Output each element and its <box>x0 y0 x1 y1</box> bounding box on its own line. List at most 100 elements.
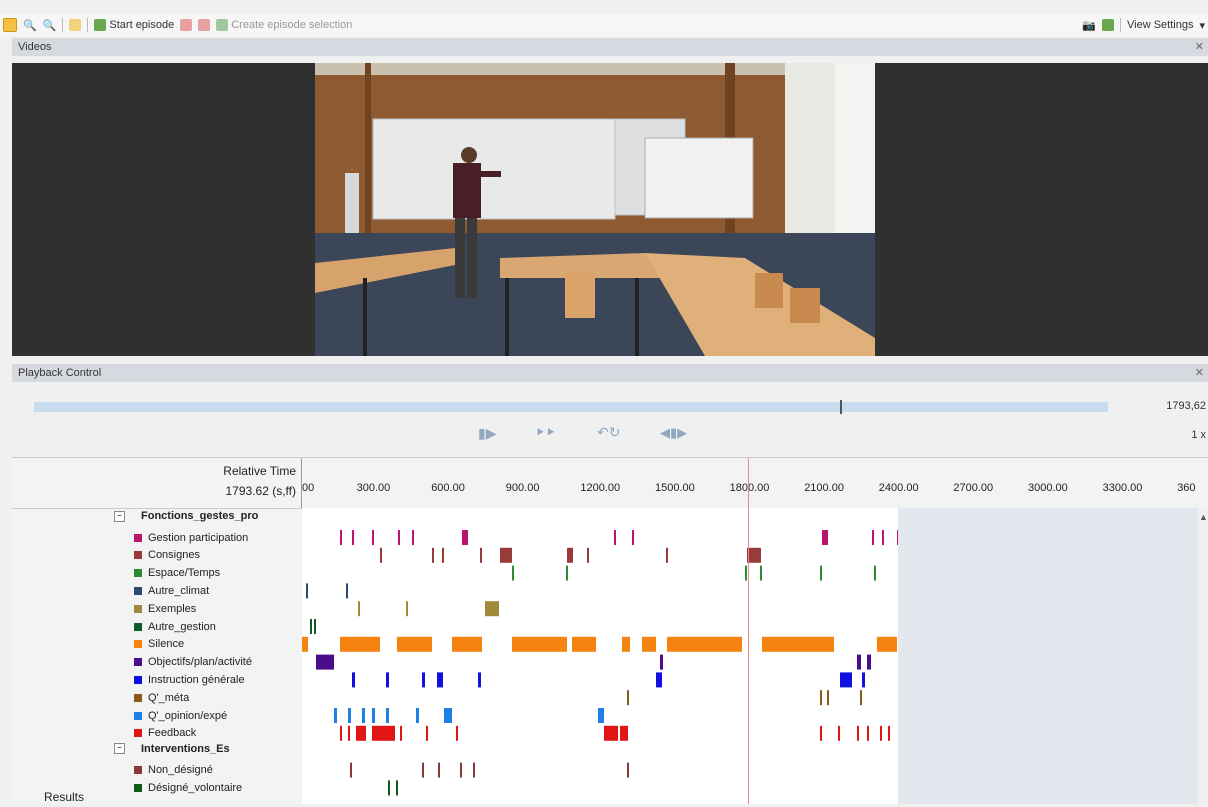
event-mark[interactable] <box>386 708 389 723</box>
event-mark[interactable] <box>567 547 573 563</box>
event-mark[interactable] <box>827 690 829 706</box>
collapse-icon[interactable]: − <box>114 510 125 522</box>
event-mark[interactable] <box>860 690 862 706</box>
event-mark[interactable] <box>316 654 334 670</box>
event-mark[interactable] <box>400 725 402 741</box>
code-item[interactable]: Non_désigné <box>134 762 213 779</box>
event-mark[interactable] <box>362 708 365 723</box>
event-mark[interactable] <box>745 565 747 581</box>
event-plot-area[interactable] <box>302 508 899 804</box>
event-mark[interactable] <box>372 725 392 741</box>
code-item[interactable]: Silence <box>134 636 184 653</box>
event-mark[interactable] <box>500 547 512 563</box>
code-item[interactable]: Consignes <box>134 547 200 564</box>
event-mark[interactable] <box>348 708 351 723</box>
event-mark[interactable] <box>760 565 762 581</box>
vertical-scrollbar[interactable]: ▲ <box>1198 508 1208 804</box>
event-mark[interactable] <box>314 619 316 634</box>
create-episode-selection-button[interactable]: Create episode selection <box>213 19 355 31</box>
event-mark[interactable] <box>412 530 414 545</box>
code-item[interactable]: Feedback <box>134 725 196 742</box>
event-mark[interactable] <box>398 530 400 545</box>
view-settings-button[interactable]: View Settings ▾ <box>1124 19 1208 32</box>
code-group-header[interactable]: − Fonctions_gestes_pro <box>114 510 258 522</box>
event-mark[interactable] <box>432 547 434 563</box>
event-mark[interactable] <box>346 583 348 599</box>
event-mark[interactable] <box>438 762 440 778</box>
close-icon[interactable]: ✕ <box>1195 366 1204 379</box>
code-item[interactable]: Gestion participation <box>134 529 248 546</box>
code-group-header[interactable]: − Interventions_Es <box>114 743 230 755</box>
event-mark[interactable] <box>660 654 663 670</box>
event-mark[interactable] <box>867 725 869 741</box>
episode-tool-button[interactable] <box>177 19 195 31</box>
event-mark[interactable] <box>456 725 458 741</box>
event-mark[interactable] <box>566 565 568 581</box>
event-mark[interactable] <box>392 725 395 741</box>
event-mark[interactable] <box>838 725 840 741</box>
event-mark[interactable] <box>397 636 432 652</box>
code-item[interactable]: Q'_méta <box>134 689 189 706</box>
playback-slider-thumb[interactable] <box>839 400 842 414</box>
event-mark[interactable] <box>396 780 398 796</box>
event-mark[interactable] <box>422 672 425 688</box>
event-mark[interactable] <box>350 762 352 778</box>
collapse-icon[interactable]: − <box>114 743 125 755</box>
event-mark[interactable] <box>340 530 342 545</box>
zoom-in-button[interactable]: 🔍 <box>20 19 40 32</box>
event-mark[interactable] <box>820 690 822 706</box>
event-mark[interactable] <box>857 725 859 741</box>
event-mark[interactable] <box>460 762 462 778</box>
export-button[interactable] <box>1099 19 1117 31</box>
event-mark[interactable] <box>478 672 481 688</box>
event-mark[interactable] <box>598 708 604 723</box>
event-mark[interactable] <box>877 636 897 652</box>
event-mark[interactable] <box>666 547 668 563</box>
event-mark[interactable] <box>473 762 475 778</box>
event-mark[interactable] <box>348 725 350 741</box>
frame-step-button[interactable]: ⯈⯈ <box>535 425 556 441</box>
event-mark[interactable] <box>587 547 589 563</box>
code-item[interactable]: Instruction générale <box>134 671 245 688</box>
event-mark[interactable] <box>840 672 852 688</box>
event-mark[interactable] <box>632 530 634 545</box>
event-mark[interactable] <box>614 530 616 545</box>
camera-button[interactable]: 📷 <box>1079 19 1099 32</box>
event-mark[interactable] <box>485 601 499 617</box>
event-mark[interactable] <box>604 725 618 741</box>
event-mark[interactable] <box>416 708 419 723</box>
event-mark[interactable] <box>388 780 390 796</box>
event-mark[interactable] <box>352 530 354 545</box>
code-item[interactable]: Autre_gestion <box>134 618 216 635</box>
event-mark[interactable] <box>406 601 408 617</box>
event-mark[interactable] <box>888 725 890 741</box>
code-item[interactable]: Espace/Temps <box>134 565 220 582</box>
code-item[interactable]: Q'_opinion/expé <box>134 707 227 724</box>
step-back-forward-button[interactable]: ◀▮▶ <box>660 425 687 441</box>
event-mark[interactable] <box>822 636 834 652</box>
event-mark[interactable] <box>340 725 342 741</box>
event-mark[interactable] <box>444 708 452 723</box>
event-mark[interactable] <box>762 636 822 652</box>
event-mark[interactable] <box>820 565 822 581</box>
event-mark[interactable] <box>620 725 628 741</box>
event-mark[interactable] <box>302 636 308 652</box>
event-mark[interactable] <box>422 762 424 778</box>
close-icon[interactable]: ✕ <box>1195 40 1204 53</box>
event-mark[interactable] <box>380 547 382 563</box>
event-mark[interactable] <box>820 725 822 741</box>
event-mark[interactable] <box>306 583 308 599</box>
event-mark[interactable] <box>372 530 374 545</box>
event-mark[interactable] <box>452 636 482 652</box>
event-mark[interactable] <box>627 690 629 706</box>
playback-track[interactable] <box>34 400 1108 414</box>
event-mark[interactable] <box>622 636 630 652</box>
code-item[interactable]: Désigné_volontaire <box>134 779 242 796</box>
event-mark[interactable] <box>426 725 428 741</box>
event-mark[interactable] <box>462 530 468 545</box>
event-mark[interactable] <box>667 636 742 652</box>
event-mark[interactable] <box>862 672 865 688</box>
event-mark[interactable] <box>880 725 882 741</box>
start-episode-button[interactable]: Start episode <box>91 19 177 31</box>
event-mark[interactable] <box>512 565 514 581</box>
